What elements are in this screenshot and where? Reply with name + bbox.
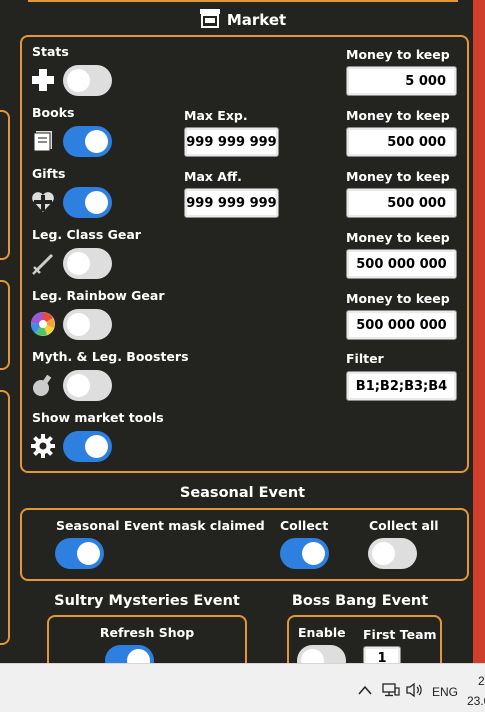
max-aff-label: Max Aff. xyxy=(184,169,242,184)
taskbar: ENG 2 23.0 xyxy=(0,663,485,712)
filter-input[interactable]: B1;B2;B3;B4 xyxy=(346,371,457,401)
market-tools-toggle[interactable] xyxy=(63,431,112,462)
gifts-toggle[interactable] xyxy=(63,187,112,218)
books-toggle[interactable] xyxy=(63,126,112,157)
class-gear-money-label: Money to keep xyxy=(346,230,450,245)
gifts-money-input[interactable]: 500 000 xyxy=(346,188,457,218)
left-panel-edge xyxy=(0,280,10,370)
plus-icon xyxy=(30,67,56,93)
right-edge-strip xyxy=(473,0,485,663)
class-gear-money-input[interactable]: 500 000 000 xyxy=(346,249,457,279)
rainbow-gear-money-input[interactable]: 500 000 000 xyxy=(346,310,457,340)
boosters-toggle[interactable] xyxy=(63,370,112,401)
boosters-label: Myth. & Leg. Boosters xyxy=(32,349,189,364)
volume-icon[interactable] xyxy=(405,682,425,701)
gifts-label: Gifts xyxy=(32,166,66,181)
left-panel-edge xyxy=(0,110,10,260)
chevron-up-icon[interactable] xyxy=(358,684,372,698)
gifts-money-label: Money to keep xyxy=(346,169,450,184)
mask-claimed-toggle[interactable] xyxy=(55,538,104,569)
shop-icon xyxy=(199,8,221,32)
stats-label: Stats xyxy=(32,44,69,59)
stats-money-label: Money to keep xyxy=(346,47,450,62)
potion-icon xyxy=(30,372,56,398)
books-money-label: Money to keep xyxy=(346,108,450,123)
class-gear-label: Leg. Class Gear xyxy=(32,227,141,242)
stats-toggle[interactable] xyxy=(63,65,112,96)
filter-label: Filter xyxy=(346,351,384,366)
class-gear-toggle[interactable] xyxy=(63,248,112,279)
refresh-shop-label: Refresh Shop xyxy=(99,625,195,640)
book-icon xyxy=(30,128,56,154)
rainbow-gear-label: Leg. Rainbow Gear xyxy=(32,288,165,303)
boss-enable-label: Enable xyxy=(298,625,346,640)
first-team-input[interactable]: 1 xyxy=(363,646,401,663)
refresh-shop-toggle[interactable] xyxy=(105,645,154,663)
left-panel-edge xyxy=(0,390,10,645)
rainbow-icon xyxy=(30,311,56,337)
max-aff-input[interactable]: 999 999 999 xyxy=(184,188,279,218)
language-indicator[interactable]: ENG xyxy=(432,685,458,699)
market-title: Market xyxy=(0,8,485,32)
app-window: Market Stats Money to keep 5 000 Books M… xyxy=(0,0,485,663)
collect-label: Collect xyxy=(280,518,329,533)
max-exp-input[interactable]: 999 999 999 xyxy=(184,127,279,157)
first-team-label: First Team xyxy=(363,627,437,642)
network-icon[interactable] xyxy=(382,683,400,700)
clock-date[interactable]: 23.0 xyxy=(467,694,485,708)
top-divider xyxy=(28,0,458,2)
max-exp-label: Max Exp. xyxy=(184,108,248,123)
collect-all-label: Collect all xyxy=(369,518,439,533)
seasonal-title: Seasonal Event xyxy=(179,485,306,501)
rainbow-gear-toggle[interactable] xyxy=(63,309,112,340)
heart-gift-icon xyxy=(30,189,56,215)
gear-icon xyxy=(30,433,56,459)
books-label: Books xyxy=(32,105,75,120)
sword-icon xyxy=(30,250,56,276)
boss-title: Boss Bang Event xyxy=(291,593,429,609)
rainbow-gear-money-label: Money to keep xyxy=(346,291,450,306)
stats-money-input[interactable]: 5 000 xyxy=(346,66,457,96)
market-tools-label: Show market tools xyxy=(32,410,164,425)
boss-enable-toggle[interactable] xyxy=(297,645,346,663)
collect-toggle[interactable] xyxy=(280,538,329,569)
clock-time[interactable]: 2 xyxy=(478,674,485,688)
collect-all-toggle[interactable] xyxy=(368,538,417,569)
books-money-input[interactable]: 500 000 xyxy=(346,127,457,157)
market-title-text: Market xyxy=(226,11,287,29)
sultry-title: Sultry Mysteries Event xyxy=(54,593,240,609)
mask-claimed-label: Seasonal Event mask claimed xyxy=(56,518,265,533)
